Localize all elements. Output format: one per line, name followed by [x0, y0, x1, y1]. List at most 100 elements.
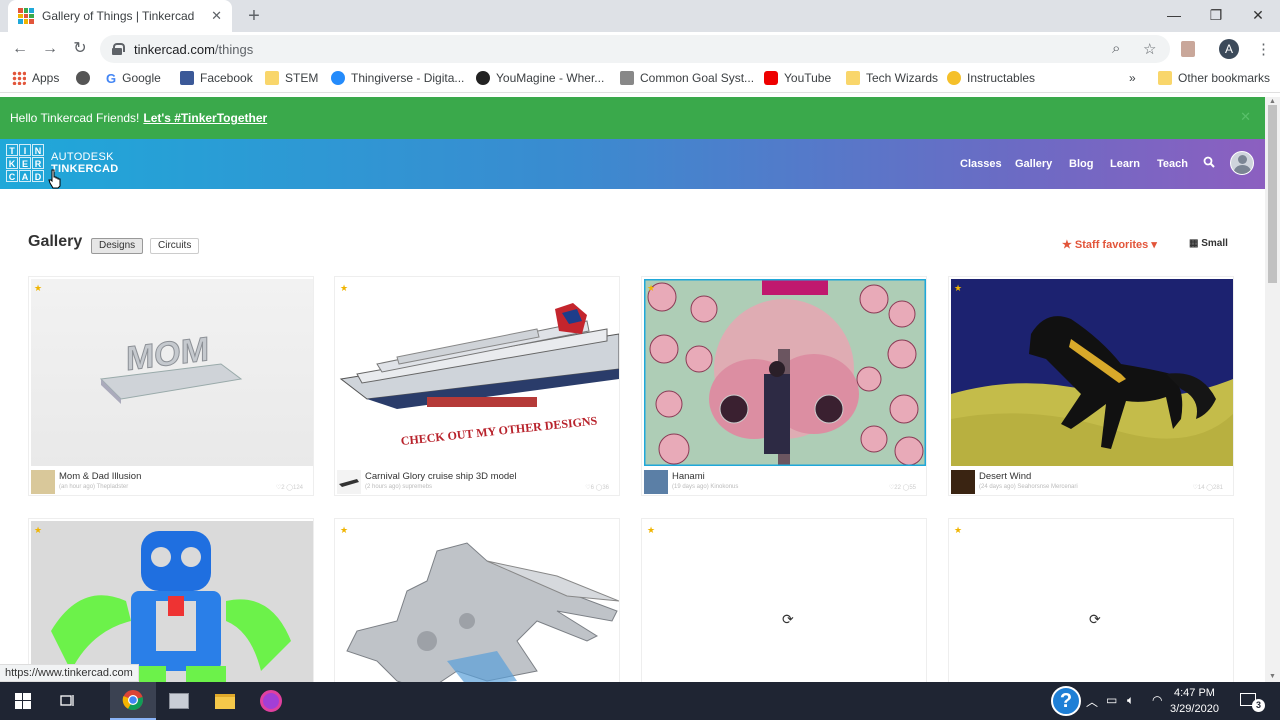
design-card[interactable]: MOM ★ Mom & Dad Illusion (an hour ago) T…	[28, 276, 314, 496]
design-meta: (24 days ago) Seahorsnse Mercenari	[979, 484, 1078, 490]
author-avatar[interactable]	[951, 470, 975, 494]
design-card[interactable]: CHECK OUT MY OTHER DESIGNS ★ Carnival Gl…	[334, 276, 620, 496]
scroll-up-icon[interactable]: ▲	[1269, 98, 1276, 105]
design-name[interactable]: Carnival Glory cruise ship 3D model	[365, 471, 517, 482]
wifi-icon[interactable]: ◠	[1152, 693, 1162, 707]
design-card[interactable]: ★	[28, 518, 314, 682]
taskbar-recorder[interactable]	[248, 682, 294, 720]
size-toggle[interactable]: ▦ Small	[1189, 238, 1228, 249]
system-clock[interactable]: 4:47 PM 3/29/2020	[1170, 685, 1219, 717]
author-avatar[interactable]	[644, 470, 668, 494]
profile-avatar[interactable]: A	[1219, 39, 1239, 59]
staff-pick-star-icon: ★	[34, 283, 43, 293]
bookmark-tech-wizards[interactable]: Tech Wizards	[846, 71, 938, 85]
minimize-button[interactable]: —	[1152, 0, 1196, 30]
sort-dropdown[interactable]: ★ Staff favorites ▾	[1062, 238, 1157, 251]
new-tab-button[interactable]: +	[244, 4, 264, 28]
design-thumbnail[interactable]	[337, 521, 619, 682]
nav-learn[interactable]: Learn	[1110, 158, 1140, 170]
author-avatar[interactable]	[31, 470, 55, 494]
design-card[interactable]: ★ Hanami (19 days ago) Kinokonus ♡22 ◯55	[641, 276, 927, 496]
design-thumbnail[interactable]: ⟳	[644, 521, 926, 682]
design-card[interactable]: ★	[334, 518, 620, 682]
design-thumbnail[interactable]: MOM	[31, 279, 313, 466]
taskbar-app[interactable]	[156, 682, 202, 720]
tab-title: Gallery of Things | Tinkercad	[42, 9, 195, 23]
filter-designs[interactable]: Designs	[91, 238, 144, 254]
bookmark-facebook[interactable]: Facebook	[180, 71, 253, 85]
nav-classes[interactable]: Classes	[960, 158, 1002, 170]
author-avatar[interactable]	[337, 470, 361, 494]
bookmark-instructables[interactable]: Instructables	[947, 71, 1035, 85]
url-path: /things	[214, 41, 254, 57]
instructables-icon	[947, 71, 961, 85]
hanami-model	[644, 279, 926, 466]
search-icon[interactable]	[1203, 156, 1215, 168]
app-window-icon	[169, 693, 189, 709]
bookmark-youmagine[interactable]: YouMagine - Wher...	[476, 71, 604, 85]
svg-text:CHECK OUT MY OTHER DESIGNS: CHECK OUT MY OTHER DESIGNS	[400, 413, 598, 448]
tinkercad-favicon-icon	[18, 8, 34, 24]
bookmarks-overflow-button[interactable]: »	[1129, 71, 1136, 85]
menu-icon[interactable]: ⋮	[1256, 40, 1271, 58]
grid-icon: ▦	[1189, 238, 1202, 249]
staff-pick-star-icon: ★	[647, 525, 656, 535]
filter-circuits[interactable]: Circuits	[150, 238, 200, 254]
bookmark-common-goal[interactable]: Common Goal Syst...	[620, 71, 754, 85]
banner-close-icon[interactable]: ✕	[1240, 109, 1251, 125]
design-stats: ♡6 ◯36	[585, 485, 609, 491]
taskbar-file-explorer[interactable]	[202, 682, 248, 720]
volume-icon[interactable]: 🔈︎	[1127, 693, 1134, 708]
zoom-icon[interactable]: ⌕	[1112, 40, 1120, 57]
notification-center-button[interactable]: 3	[1238, 691, 1265, 713]
bookmark-thingiverse[interactable]: Thingiverse - Digita...	[331, 71, 464, 85]
design-thumbnail[interactable]	[31, 521, 313, 682]
page-viewport: Hello Tinkercad Friends! Let's #TinkerTo…	[0, 97, 1265, 682]
tray-expand-icon[interactable]: ︿	[1086, 693, 1098, 710]
bookmark-apps[interactable]: Apps	[12, 71, 59, 85]
task-view-button[interactable]	[44, 682, 90, 720]
browser-tab[interactable]: Gallery of Things | Tinkercad ✕	[8, 0, 232, 32]
design-name[interactable]: Hanami	[672, 471, 705, 482]
bookmark-star-icon[interactable]: ☆	[1143, 40, 1156, 58]
address-bar[interactable]: tinkercad.com/things	[100, 35, 1170, 63]
pdf-extension-icon[interactable]	[1181, 41, 1195, 57]
youmagine-icon	[476, 71, 490, 85]
maximize-button[interactable]: ❐	[1194, 0, 1238, 30]
user-avatar[interactable]	[1230, 151, 1254, 175]
tab-close-icon[interactable]: ✕	[211, 8, 222, 24]
design-thumbnail[interactable]	[951, 279, 1233, 466]
design-thumbnail[interactable]	[644, 279, 926, 466]
design-card[interactable]: ⟳ ★	[641, 518, 927, 682]
back-button[interactable]: ←	[7, 36, 33, 62]
bookmark-other[interactable]: Other bookmarks	[1158, 71, 1270, 85]
nav-blog[interactable]: Blog	[1069, 158, 1093, 170]
task-view-icon	[60, 695, 74, 706]
page-scrollbar[interactable]: ▲ ▼	[1265, 97, 1280, 682]
help-icon[interactable]: ?	[1051, 686, 1081, 716]
start-button[interactable]	[0, 682, 46, 720]
clock-date: 3/29/2020	[1170, 703, 1219, 715]
nav-teach[interactable]: Teach	[1157, 158, 1188, 170]
bookmark-stem[interactable]: STEM	[265, 71, 318, 85]
banner-link[interactable]: Let's #TinkerTogether	[143, 111, 267, 125]
nav-gallery[interactable]: Gallery	[1015, 158, 1052, 170]
design-thumbnail[interactable]: CHECK OUT MY OTHER DESIGNS	[337, 279, 619, 466]
scroll-down-icon[interactable]: ▼	[1269, 673, 1276, 680]
battery-icon[interactable]: ▭	[1106, 693, 1117, 707]
folder-icon	[1158, 71, 1172, 85]
desert-wind-model	[951, 279, 1233, 466]
reload-button[interactable]: ↻	[67, 36, 93, 62]
design-name[interactable]: Mom & Dad Illusion	[59, 471, 141, 482]
window-close-button[interactable]: ✕	[1236, 0, 1280, 30]
design-card[interactable]: ★ Desert Wind (24 days ago) Seahorsnse M…	[948, 276, 1234, 496]
bookmark-globe[interactable]	[76, 71, 96, 85]
forward-button[interactable]: →	[37, 36, 63, 62]
tinkercad-logo[interactable]: T I N K E R C A D	[6, 144, 44, 182]
bookmark-google[interactable]: G Google	[106, 71, 161, 86]
taskbar-chrome[interactable]	[110, 682, 156, 720]
bookmark-youtube[interactable]: YouTube	[764, 71, 831, 85]
design-name[interactable]: Desert Wind	[979, 471, 1031, 482]
hand-cursor-icon	[48, 169, 61, 189]
scrollbar-thumb[interactable]	[1268, 105, 1277, 283]
